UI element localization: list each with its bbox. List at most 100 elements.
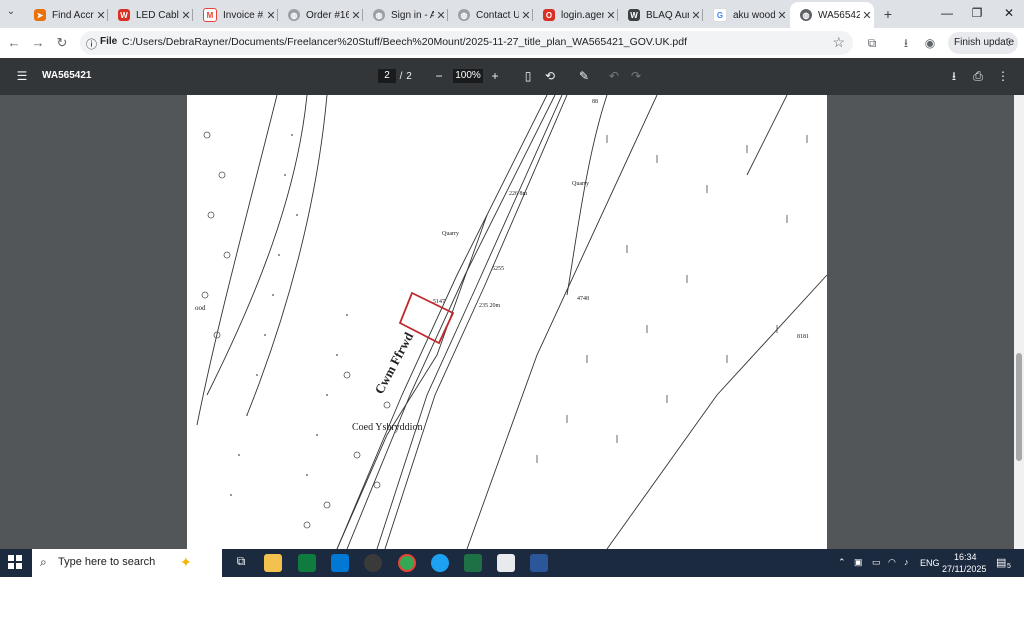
more-options-icon[interactable]: ⋮: [996, 68, 1010, 85]
tab-strip: ⌄ ➤ Find Accre ✕ W LED Cable ✕ M Invoice…: [0, 0, 1024, 28]
hamburger-menu-icon[interactable]: ☰: [14, 68, 30, 85]
search-icon: ⌕: [40, 555, 47, 569]
globe-icon: ◍: [458, 9, 470, 21]
close-tab-icon[interactable]: ✕: [519, 9, 533, 22]
brand-icon: O: [543, 9, 555, 21]
undo-icon[interactable]: ↶: [606, 68, 622, 85]
close-tab-icon[interactable]: ✕: [349, 9, 363, 22]
word-icon[interactable]: [530, 554, 548, 572]
minimize-icon[interactable]: —: [932, 4, 962, 22]
close-tab-icon[interactable]: ✕: [264, 9, 278, 22]
tab-title: WA56542: [818, 9, 860, 21]
close-tab-icon[interactable]: ✕: [434, 9, 448, 22]
site-ref-label-2: 5255: [492, 266, 504, 272]
tab-3[interactable]: ◍ Order #16 ✕: [278, 4, 363, 26]
maximize-icon[interactable]: ❐: [962, 4, 992, 22]
arrow-icon: ➤: [34, 9, 46, 21]
edge-icon[interactable]: [431, 554, 449, 572]
quarry-label: Quarry: [572, 181, 589, 187]
url-text[interactable]: C:/Users/DebraRayner/Documents/Freelance…: [122, 36, 687, 48]
tab-search-chevron-icon[interactable]: ⌄: [2, 6, 20, 22]
title-plan-map: Coed Ysbryddion Cwm Ffrwd 5147 5255 4748…: [187, 95, 827, 549]
tab-7[interactable]: W BLAQ Aura ✕: [618, 4, 703, 26]
clock-time[interactable]: 16:34: [954, 552, 977, 562]
tab-title: BLAQ Aura: [646, 9, 689, 21]
annotate-icon[interactable]: ✎: [576, 68, 592, 85]
wood-label: ood: [195, 304, 206, 312]
chevron-up-icon[interactable]: ⌃: [838, 557, 846, 568]
tab-title: Invoice #1: [223, 9, 264, 21]
wifi-icon[interactable]: ◠: [888, 557, 896, 568]
gmail-icon: M: [203, 8, 217, 22]
pdf-viewer[interactable]: Coed Ysbryddion Cwm Ffrwd 5147 5255 4748…: [0, 95, 1024, 549]
fit-page-icon[interactable]: ▯: [520, 68, 536, 85]
parcel-label-1: 4748: [577, 296, 589, 302]
battery-icon[interactable]: ▭: [872, 557, 881, 568]
store-icon[interactable]: [298, 554, 316, 572]
rotate-icon[interactable]: ⟲: [542, 68, 558, 85]
info-icon[interactable]: ⓘ: [86, 36, 97, 52]
bookmark-star-icon[interactable]: ☆: [832, 34, 845, 51]
zoom-level-input[interactable]: 100%: [453, 69, 483, 83]
task-view-icon[interactable]: ⧉: [232, 554, 250, 572]
download-icon[interactable]: ⭳: [898, 35, 914, 51]
close-tab-icon[interactable]: ✕: [179, 9, 193, 22]
tab-9-active[interactable]: ◍ WA56542 ✕: [790, 2, 874, 28]
close-window-icon[interactable]: ✕: [994, 4, 1024, 22]
back-icon[interactable]: ←: [6, 35, 22, 51]
area-label-1: 235 20m: [479, 303, 501, 309]
excel-icon[interactable]: [464, 554, 482, 572]
close-tab-icon[interactable]: ✕: [604, 9, 618, 22]
close-tab-icon[interactable]: ✕: [689, 9, 703, 22]
tab-1[interactable]: W LED Cable ✕: [108, 4, 193, 26]
tab-title: aku wood: [733, 9, 775, 21]
close-tab-icon[interactable]: ✕: [860, 9, 874, 22]
new-tab-icon[interactable]: +: [880, 6, 896, 22]
taskbar-search-box[interactable]: ⌕ Type here to search ✦: [32, 549, 222, 577]
tab-title: LED Cable: [136, 9, 179, 21]
volume-icon[interactable]: ♪: [904, 557, 909, 567]
forward-icon[interactable]: →: [30, 35, 46, 51]
zoom-out-icon[interactable]: −: [432, 68, 446, 85]
mark-label-226: 226 8m: [509, 191, 528, 197]
tab-6[interactable]: O login.agen ✕: [533, 4, 618, 26]
outlook-icon[interactable]: [331, 554, 349, 572]
app-icon[interactable]: [497, 554, 515, 572]
parcel-label-2: 8181: [797, 334, 809, 340]
tab-0[interactable]: ➤ Find Accre ✕: [24, 4, 108, 26]
tab-2[interactable]: M Invoice #1 ✕: [193, 4, 278, 26]
pdf-toolbar: ☰ WA565421 2 / 2 − 100% + ▯ ⟲ ✎ ↶ ↷ ⭳ ⎙ …: [0, 58, 1024, 95]
profile-avatar-icon[interactable]: ◉: [922, 35, 938, 51]
finish-update-button[interactable]: Finish update ⋮: [948, 32, 1018, 54]
windows-start-icon[interactable]: [8, 555, 22, 569]
close-tab-icon[interactable]: ✕: [775, 9, 789, 22]
dell-icon[interactable]: [364, 554, 382, 572]
extensions-icon[interactable]: ⧉: [864, 35, 880, 51]
language-indicator[interactable]: ENG: [920, 558, 940, 568]
chrome-icon[interactable]: [398, 554, 416, 572]
redo-icon[interactable]: ↷: [628, 68, 644, 85]
page-number-input[interactable]: 2: [378, 69, 396, 83]
clock-date[interactable]: 27/11/2025: [942, 564, 986, 574]
tab-title: Contact Us: [476, 9, 519, 21]
tab-4[interactable]: ◍ Sign in - A ✕: [363, 4, 448, 26]
omnibox[interactable]: ⓘ File C:/Users/DebraRayner/Documents/Fr…: [80, 31, 853, 55]
print-icon[interactable]: ⎙: [970, 68, 986, 85]
notification-icon[interactable]: ▤: [996, 556, 1006, 569]
pdf-page: Coed Ysbryddion Cwm Ffrwd 5147 5255 4748…: [187, 95, 827, 549]
brand-icon: W: [118, 9, 130, 21]
notification-count: 5: [1007, 563, 1011, 570]
scrollbar-thumb[interactable]: [1016, 353, 1022, 461]
tab-5[interactable]: ◍ Contact Us ✕: [448, 4, 533, 26]
vertical-scrollbar[interactable]: [1014, 95, 1024, 549]
tab-8[interactable]: G aku wood ✕: [703, 4, 789, 26]
tab-title: Find Accre: [52, 9, 94, 21]
file-explorer-icon[interactable]: [264, 554, 282, 572]
meet-icon[interactable]: ▣: [854, 557, 863, 568]
file-chip: File: [100, 36, 118, 47]
close-tab-icon[interactable]: ✕: [94, 9, 108, 22]
zoom-in-icon[interactable]: +: [488, 68, 502, 85]
place-name-label: Coed Ysbryddion: [352, 422, 422, 433]
download-pdf-icon[interactable]: ⭳: [946, 68, 962, 85]
reload-icon[interactable]: ↻: [54, 35, 70, 51]
